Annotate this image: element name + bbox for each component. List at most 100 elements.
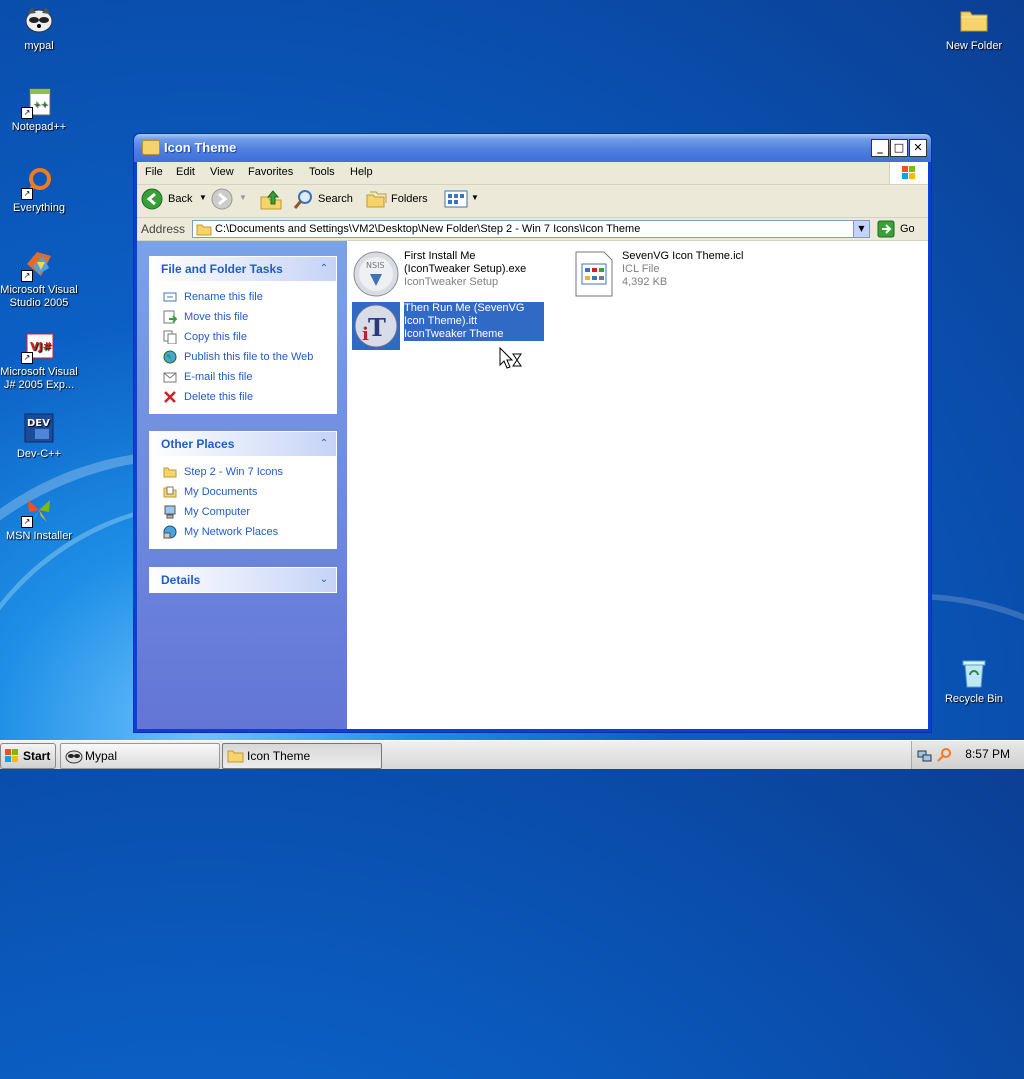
desktop-icon-label: Everything xyxy=(13,202,65,214)
task-copy[interactable]: Copy this file xyxy=(150,327,336,347)
collapse-chevron-icon[interactable]: ⌃ xyxy=(318,263,330,275)
place-my-network[interactable]: My Network Places xyxy=(150,522,336,542)
window-titlebar[interactable]: Icon Theme _ □ ✕ xyxy=(134,134,931,162)
menu-file[interactable]: File xyxy=(145,166,163,178)
desktop-icon-label: mypal xyxy=(24,40,54,52)
file-size: 4,392 KB xyxy=(622,276,668,288)
start-label: Start xyxy=(23,749,51,763)
panel-header[interactable]: Details ⌄ xyxy=(150,568,336,592)
menu-help[interactable]: Help xyxy=(350,166,373,178)
folder-icon xyxy=(163,467,177,478)
menu-tools[interactable]: Tools xyxy=(309,166,335,178)
desktop-icon-label: New Folder xyxy=(945,40,1003,52)
details-panel: Details ⌄ xyxy=(149,567,337,593)
taskbar-item-label: Mypal xyxy=(85,749,118,763)
place-parent-folder[interactable]: Step 2 - Win 7 Icons xyxy=(150,462,336,482)
back-button[interactable]: Back ▼ xyxy=(141,188,207,210)
panel-header[interactable]: File and Folder Tasks ⌃ xyxy=(150,257,336,281)
address-dropdown-button[interactable]: ▼ xyxy=(853,221,869,237)
desktop-icon-visual-studio[interactable]: ↗ Microsoft Visual Studio 2005 xyxy=(0,248,79,310)
desktop-icon-visual-jsharp[interactable]: VJ# ↗ Microsoft Visual J# 2005 Exp... xyxy=(0,330,79,392)
icontweaker-theme-icon: Ti xyxy=(352,302,400,350)
svg-text:T: T xyxy=(368,313,386,342)
folder-icon xyxy=(227,750,244,763)
svg-text:NSIS: NSIS xyxy=(366,261,385,270)
panel-title: Details xyxy=(161,573,201,587)
desktop-icon-label: Microsoft Visual Studio 2005 xyxy=(0,284,78,309)
busy-cursor-icon xyxy=(499,347,522,369)
minimize-button[interactable]: _ xyxy=(871,139,889,157)
maximize-button[interactable]: □ xyxy=(890,139,908,157)
svg-text:i: i xyxy=(362,324,369,345)
raccoon-icon xyxy=(65,750,83,764)
task-label: Copy this file xyxy=(184,331,247,343)
search-button[interactable]: Search xyxy=(292,188,358,210)
task-move[interactable]: Move this file xyxy=(150,307,336,327)
menu-edit[interactable]: Edit xyxy=(176,166,195,178)
address-input[interactable]: C:\Documents and Settings\VM2\Desktop\Ne… xyxy=(192,220,870,238)
task-delete[interactable]: Delete this file xyxy=(150,387,336,407)
file-type: IconTweaker Theme xyxy=(404,328,504,340)
desktop-icon-new-folder[interactable]: New Folder xyxy=(934,4,1014,53)
panel-header[interactable]: Other Places ⌃ xyxy=(150,432,336,456)
expand-chevron-icon[interactable]: ⌄ xyxy=(318,574,330,586)
chevron-down-icon[interactable]: ▼ xyxy=(239,193,247,202)
forward-button[interactable]: ▼ xyxy=(211,188,251,210)
file-item[interactable]: SevenVG Icon Theme.icl ICL File 4,392 KB xyxy=(570,250,770,298)
clock[interactable]: 8:57 PM xyxy=(965,747,1010,761)
standard-toolbar: Back ▼ ▼ Search Folders ▼ xyxy=(137,185,928,218)
task-publish[interactable]: Publish this file to the Web xyxy=(150,347,336,367)
network-tray-icon[interactable] xyxy=(917,747,933,763)
file-type: ICL File xyxy=(622,263,660,275)
task-rename[interactable]: Rename this file xyxy=(150,287,336,307)
panel-title: Other Places xyxy=(161,437,235,451)
up-folder-icon xyxy=(260,190,282,210)
menu-favorites[interactable]: Favorites xyxy=(248,166,293,178)
place-label: My Documents xyxy=(184,486,258,498)
address-value: C:\Documents and Settings\VM2\Desktop\Ne… xyxy=(215,223,641,235)
task-email[interactable]: E-mail this file xyxy=(150,367,336,387)
desktop-icon-mypal[interactable]: mypal xyxy=(0,4,79,53)
file-item[interactable]: NSIS First Install Me (IconTweaker Setup… xyxy=(352,250,552,298)
menu-view[interactable]: View xyxy=(210,166,234,178)
task-label: Delete this file xyxy=(184,391,254,403)
folder-icon xyxy=(142,140,160,155)
close-button[interactable]: ✕ xyxy=(909,139,927,157)
folders-button[interactable]: Folders xyxy=(365,188,431,210)
taskbar-item-mypal[interactable]: Mypal xyxy=(60,743,220,769)
my-documents-icon xyxy=(163,486,177,498)
visual-jsharp-icon: VJ# ↗ xyxy=(21,330,55,364)
desktop-icon-devcpp[interactable]: DEV Dev-C++ xyxy=(0,412,79,461)
back-arrow-icon xyxy=(141,188,163,210)
start-button[interactable]: Start xyxy=(0,743,56,769)
chevron-down-icon[interactable]: ▼ xyxy=(199,193,207,202)
go-button[interactable]: Go xyxy=(877,220,917,238)
file-list[interactable]: NSIS First Install Me (IconTweaker Setup… xyxy=(347,241,928,729)
desktop-icon-label: Dev-C++ xyxy=(16,448,62,460)
desktop-icon-recycle-bin[interactable]: Recycle Bin xyxy=(934,657,1014,706)
taskbar-item-icon-theme[interactable]: Icon Theme xyxy=(222,743,382,769)
taskbar-item-label: Icon Theme xyxy=(247,749,311,763)
windows-logo-icon xyxy=(889,162,928,184)
desktop-icon-notepadpp[interactable]: ++ ↗ Notepad++ xyxy=(0,85,79,134)
globe-icon xyxy=(163,350,177,364)
nsis-installer-icon: NSIS xyxy=(353,251,399,297)
file-item-selected[interactable]: Ti Then Run Me (SevenVG Icon Theme).itt … xyxy=(352,302,552,350)
explorer-window[interactable]: Icon Theme _ □ ✕ File Edit View Favorite… xyxy=(133,133,932,733)
windows-logo-icon xyxy=(5,749,18,762)
desktop-icon-msn-installer[interactable]: ↗ MSN Installer xyxy=(0,494,79,543)
collapse-chevron-icon[interactable]: ⌃ xyxy=(318,438,330,450)
search-icon xyxy=(293,190,312,209)
place-my-documents[interactable]: My Documents xyxy=(150,482,336,502)
svg-text:VJ#: VJ# xyxy=(30,340,52,353)
views-button[interactable]: ▼ xyxy=(444,188,480,210)
place-my-computer[interactable]: My Computer xyxy=(150,502,336,522)
file-name: First Install Me (IconTweaker Setup).exe xyxy=(404,250,527,275)
desktop-icon-everything[interactable]: ↗ Everything xyxy=(0,166,79,215)
search-tray-icon[interactable] xyxy=(936,747,952,763)
up-folder-button[interactable] xyxy=(259,188,283,210)
views-icon xyxy=(444,190,468,208)
notepad-plus-plus-icon: ++ ↗ xyxy=(21,85,55,119)
desktop-icon-label: MSN Installer xyxy=(5,530,73,542)
chevron-down-icon[interactable]: ▼ xyxy=(471,193,479,202)
